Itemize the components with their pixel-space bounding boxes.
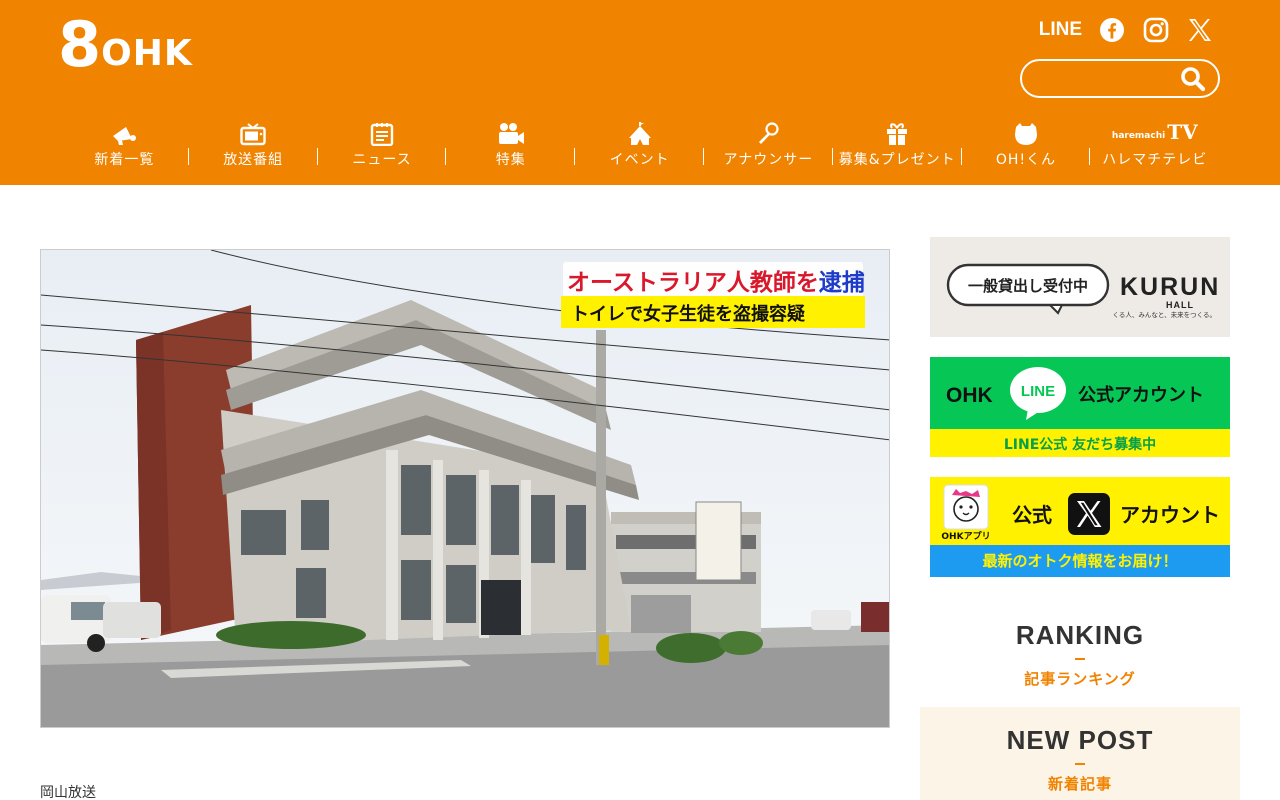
- site-logo[interactable]: 8 OHK: [58, 14, 193, 76]
- notepad-icon: [370, 118, 394, 146]
- social-links: LINE: [1039, 16, 1214, 44]
- nav-label: OH!くん: [995, 152, 1057, 168]
- main-nav: 新着一覧 放送番組 ニュース 特集 イベント アナウンサー 募集&プレゼント O…: [60, 118, 1220, 174]
- video-camera-icon: [497, 118, 525, 146]
- hero-photo: オーストラリア人教師を逮捕 トイレで女子生徒を盗撮容疑: [41, 250, 889, 727]
- facebook-icon[interactable]: [1098, 16, 1126, 44]
- ranking-subtitle: 記事ランキング: [1024, 670, 1136, 688]
- new-post-title: NEW POST: [1006, 725, 1154, 755]
- nav-item-news[interactable]: ニュース: [318, 118, 447, 174]
- nav-item-new[interactable]: 新着一覧: [60, 118, 189, 174]
- gift-icon: [886, 118, 908, 146]
- ranking-section: RANKING 記事ランキング: [920, 620, 1240, 707]
- mascot-icon: [1013, 118, 1039, 146]
- instagram-icon[interactable]: [1142, 16, 1170, 44]
- kurun-badge-text: 一般貸出し受付中: [968, 277, 1088, 295]
- nav-label: 特集: [495, 152, 526, 168]
- search-icon[interactable]: [1180, 66, 1206, 92]
- x-banner-official: 公式: [1012, 503, 1052, 527]
- ranking-title: RANKING: [1015, 620, 1145, 650]
- logo-number: 8: [58, 8, 101, 81]
- line-icon: LINE: [1021, 383, 1055, 400]
- x-banner-account: アカウント: [1120, 503, 1220, 527]
- nav-item-announcers[interactable]: アナウンサー: [704, 118, 833, 174]
- nav-item-presents[interactable]: 募集&プレゼント: [833, 118, 962, 174]
- tent-icon: [627, 118, 653, 146]
- ranking-divider: [1075, 658, 1085, 660]
- nav-label: 新着一覧: [94, 152, 155, 168]
- logo-small-text: haremachi: [1111, 131, 1166, 141]
- line-official-banner[interactable]: OHK LINE 公式アカウント LINE公式 友だち募集中: [930, 357, 1230, 457]
- x-banner-deals: 最新のオトク情報をお届け！: [982, 552, 1177, 570]
- site-header: 8 OHK LINE 新着一覧 放送番組 ニュース 特集 イベント アナウンサー…: [0, 0, 1280, 185]
- new-post-section: NEW POST 新着記事: [920, 707, 1240, 800]
- new-post-divider: [1075, 763, 1085, 765]
- tv-icon: [240, 118, 266, 146]
- nav-label: ハレマチテレビ: [1102, 152, 1208, 168]
- line-banner-ohk: OHK: [946, 384, 993, 407]
- megaphone-icon: [110, 118, 138, 146]
- nav-item-features[interactable]: 特集: [446, 118, 575, 174]
- nav-label: イベント: [609, 152, 670, 168]
- kurun-tagline: くる人、みんなと、未来をつくる。: [1113, 310, 1216, 319]
- article-hero-image[interactable]: オーストラリア人教師を逮捕 トイレで女子生徒を盗撮容疑: [40, 249, 890, 728]
- nav-item-events[interactable]: イベント: [575, 118, 704, 174]
- article-source: 岡山放送: [40, 785, 96, 800]
- x-icon[interactable]: [1186, 16, 1214, 44]
- nav-item-programs[interactable]: 放送番組: [189, 118, 318, 174]
- hero-caption-line1: オーストラリア人教師を逮捕: [567, 269, 865, 296]
- nav-label: ニュース: [352, 152, 412, 168]
- nav-label: アナウンサー: [723, 152, 814, 168]
- hero-caption-line2: トイレで女子生徒を盗撮容疑: [571, 303, 805, 325]
- x-banner-app-label: OHKアプリ: [941, 530, 990, 542]
- line-banner-account: 公式アカウント: [1078, 384, 1204, 406]
- search-input[interactable]: [1036, 67, 1186, 91]
- nav-label: 放送番組: [223, 152, 284, 168]
- microphone-icon: [756, 118, 780, 146]
- kurun-hall-text: HALL: [1166, 300, 1194, 310]
- nav-label: 募集&プレゼント: [838, 152, 956, 168]
- line-banner-friends: LINE公式 友だち募集中: [1004, 436, 1156, 453]
- x-official-banner[interactable]: OHKアプリ 公式 アカウント 最新のオトク情報をお届け！: [930, 477, 1230, 577]
- new-post-subtitle: 新着記事: [1047, 775, 1112, 793]
- harematchi-tv-logo: haremachi TV: [1112, 118, 1198, 146]
- logo-big-text: TV: [1167, 120, 1198, 144]
- line-link[interactable]: LINE: [1039, 19, 1082, 41]
- nav-item-ohkun[interactable]: OH!くん: [962, 118, 1091, 174]
- search-box: [1020, 59, 1220, 98]
- kurun-hall-banner[interactable]: 一般貸出し受付中 KURUN HALL くる人、みんなと、未来をつくる。: [930, 237, 1230, 337]
- logo-text: OHK: [101, 33, 193, 74]
- nav-item-harematchi-tv[interactable]: haremachi TV ハレマチテレビ: [1090, 118, 1219, 174]
- kurun-logo-text: KURUN: [1120, 273, 1220, 301]
